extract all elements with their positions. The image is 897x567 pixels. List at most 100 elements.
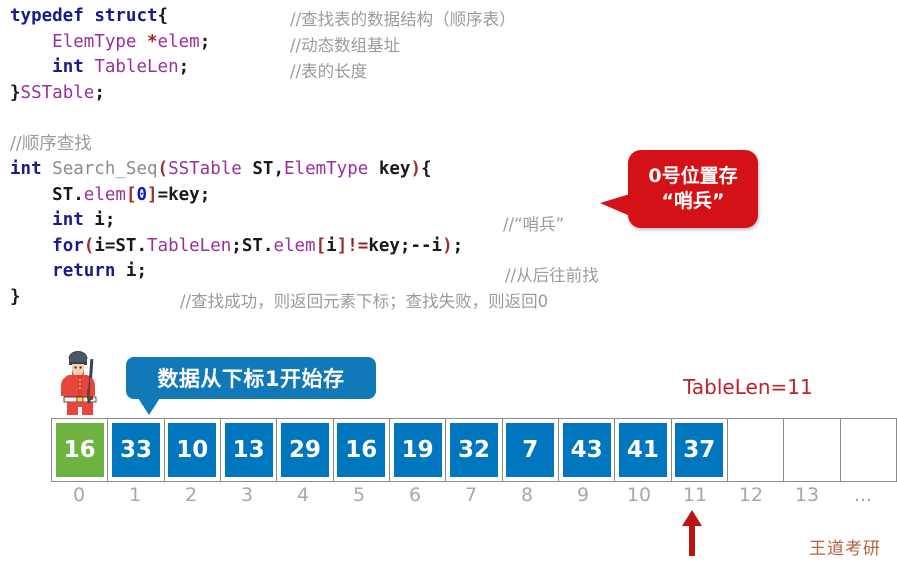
- array-cell[interactable]: 7: [501, 418, 559, 482]
- array-cell-value: 41: [618, 423, 667, 477]
- array-cell[interactable]: 33: [107, 418, 165, 482]
- code-token: ST: [252, 159, 274, 179]
- array-cell-value: 29: [280, 423, 329, 477]
- array-index-label: 0: [72, 484, 86, 506]
- code-token: for: [52, 235, 84, 256]
- code-token: ;: [199, 31, 211, 52]
- code-token: elem: [83, 184, 126, 205]
- callout-red-line1: 0号位置存: [648, 165, 738, 187]
- array-cell[interactable]: 37: [670, 418, 728, 482]
- code-line: return i;: [10, 259, 463, 285]
- array-cell[interactable]: [726, 418, 785, 482]
- code-token: }: [10, 286, 21, 307]
- array-index-label: 5: [352, 484, 366, 506]
- array-cell[interactable]: 41: [614, 418, 672, 482]
- array-cell[interactable]: [783, 418, 841, 482]
- watermark: 王道考研: [809, 539, 881, 559]
- table-row: 16 33 10 13 29 16 19 32 7 43 41 37: [50, 418, 897, 482]
- array-cell[interactable]: 13: [219, 418, 278, 482]
- sentinel-guard-icon: [56, 345, 104, 417]
- table-len-pointer-arrow: [680, 510, 704, 556]
- code-token: TableLen: [147, 235, 232, 256]
- code-token: int: [52, 57, 84, 77]
- code-line: int Search_Seq(SSTable ST,ElemType key){: [10, 157, 463, 183]
- array-cell[interactable]: 19: [388, 418, 447, 482]
- code-token: ]: [336, 235, 348, 256]
- array-index-label: 2: [184, 484, 198, 506]
- code-token: typedef: [10, 6, 84, 26]
- array-index-row: 0 1 2 3 4 5 6 7 8 9 10 11 12 13...: [51, 484, 891, 506]
- array-index-label: 12: [738, 484, 764, 506]
- code-token: ST: [52, 184, 74, 205]
- code-token: 0: [136, 184, 148, 205]
- array-index-label: 9: [576, 484, 590, 506]
- code-token: i;: [115, 261, 147, 281]
- array-cell[interactable]: 10: [163, 418, 221, 482]
- code-token: {: [421, 159, 432, 179]
- code-token: i=ST.: [94, 235, 147, 256]
- code-token: =key;: [157, 184, 211, 205]
- code-token: [: [315, 235, 327, 256]
- array-cell[interactable]: [839, 418, 897, 482]
- code-token: *: [147, 31, 158, 52]
- code-token: ,: [273, 159, 284, 179]
- code-comment: //从后往前找: [505, 266, 599, 285]
- array-index-label: 4: [296, 484, 310, 506]
- array-cell[interactable]: 16: [332, 418, 390, 482]
- table-len-label: TableLen=11: [683, 375, 813, 399]
- code-comment: //动态数组基址: [290, 36, 401, 55]
- code-token: elem: [273, 235, 316, 256]
- array-index-label: 7: [464, 484, 478, 506]
- callout-red-line2: “哨兵”: [661, 190, 725, 212]
- code-comment: //表的长度: [290, 62, 368, 81]
- code-token: ElemType: [52, 31, 137, 52]
- code-token: key: [378, 159, 411, 179]
- code-token: !=: [347, 235, 369, 256]
- code-token: ]: [147, 184, 158, 205]
- code-line: int i;: [10, 208, 463, 234]
- code-token: elem: [157, 31, 200, 52]
- code-token: return: [52, 261, 116, 281]
- array-cell[interactable]: 32: [445, 418, 503, 482]
- code-token: struct: [94, 6, 158, 26]
- array-diagram: 16 33 10 13 29 16 19 32 7 43 41 37: [50, 418, 897, 482]
- code-token: i;: [83, 210, 116, 230]
- array-cell[interactable]: 29: [276, 418, 334, 482]
- array-cell-value: 37: [675, 423, 724, 477]
- array-table: 16 33 10 13 29 16 19 32 7 43 41 37: [50, 418, 897, 482]
- array-cell[interactable]: 43: [557, 418, 616, 482]
- code-token: ): [410, 159, 421, 179]
- code-token: Search_Seq: [52, 159, 158, 179]
- array-index-label: ...: [853, 484, 873, 506]
- array-cell-value: 43: [562, 423, 611, 477]
- code-token: ;: [94, 82, 105, 103]
- array-index-label: 8: [520, 484, 534, 506]
- code-token: {: [157, 6, 169, 26]
- array-cell-value: 32: [449, 423, 498, 477]
- code-line: [10, 106, 463, 132]
- code-comment: //查找表的数据结构（顺序表）: [290, 10, 516, 29]
- array-cell-value: 10: [168, 423, 217, 477]
- code-token: //顺序查找: [10, 133, 92, 154]
- code-token: ): [442, 235, 453, 256]
- code-token: ;ST.: [231, 235, 274, 256]
- array-index-label: 6: [408, 484, 422, 506]
- code-token: .: [73, 184, 84, 205]
- callout-blue-tail: [138, 398, 160, 415]
- array-index-label: 13: [794, 484, 820, 506]
- array-cell[interactable]: 16: [50, 418, 109, 482]
- code-token: ;: [452, 235, 464, 256]
- code-token: i: [326, 235, 337, 256]
- code-line: }SSTable;: [10, 81, 463, 107]
- code-token: (: [157, 159, 169, 179]
- code-comment: //“哨兵”: [503, 215, 565, 234]
